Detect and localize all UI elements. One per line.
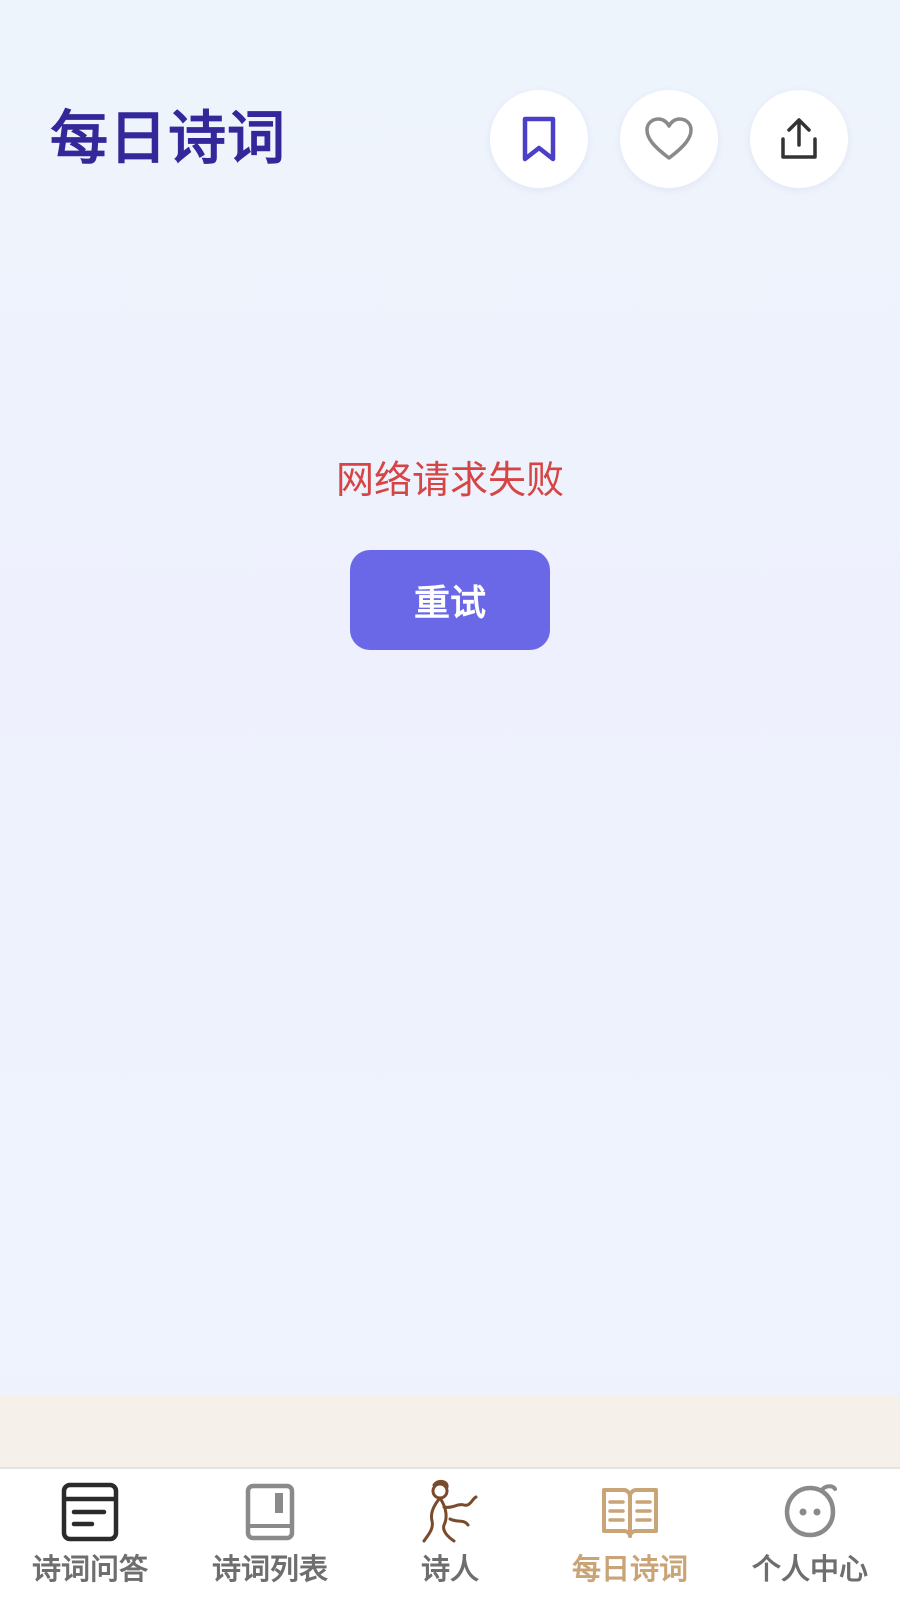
tab-profile[interactable]: 个人中心 xyxy=(720,1469,900,1600)
poet-icon xyxy=(420,1479,480,1545)
tab-poetry-list[interactable]: 诗词列表 xyxy=(180,1469,360,1600)
bottom-background-strip xyxy=(0,1395,900,1467)
favorite-button[interactable] xyxy=(620,90,718,188)
bookmark-icon xyxy=(519,115,559,163)
heart-icon xyxy=(643,116,695,162)
profile-face-icon xyxy=(780,1479,840,1545)
retry-button[interactable]: 重试 xyxy=(350,550,550,650)
bottom-tab-bar: 诗词问答 诗词列表 诗人 每日诗词 个人中心 xyxy=(0,1467,900,1600)
tab-poet[interactable]: 诗人 xyxy=(360,1469,540,1600)
book-list-icon xyxy=(240,1479,300,1545)
tab-label: 诗词列表 xyxy=(211,1552,328,1586)
tab-label: 诗人 xyxy=(420,1552,479,1586)
open-book-icon xyxy=(600,1479,660,1545)
tab-label: 个人中心 xyxy=(751,1552,868,1586)
header-bar: 每日诗词 xyxy=(0,0,900,200)
tab-label: 每日诗词 xyxy=(571,1552,688,1586)
share-button[interactable] xyxy=(750,90,848,188)
tab-label: 诗词问答 xyxy=(31,1552,148,1586)
bookmark-button[interactable] xyxy=(490,90,588,188)
error-message: 网络请求失败 xyxy=(335,458,564,502)
tab-daily-poetry[interactable]: 每日诗词 xyxy=(540,1469,720,1600)
poetry-qa-icon xyxy=(60,1479,120,1545)
page-title: 每日诗词 xyxy=(50,104,287,172)
share-icon xyxy=(777,115,821,163)
tab-poetry-qa[interactable]: 诗词问答 xyxy=(0,1469,180,1600)
